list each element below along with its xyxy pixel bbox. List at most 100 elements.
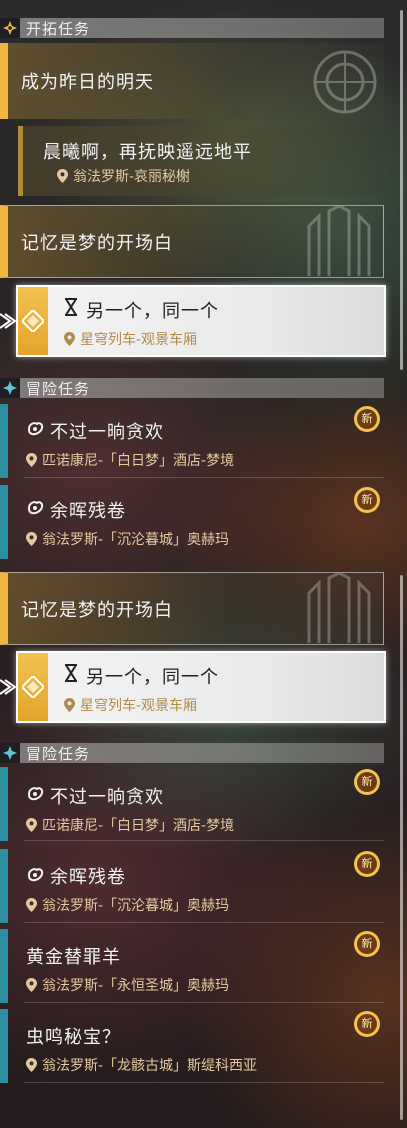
quest-bar	[0, 929, 8, 1003]
new-badge: 新	[350, 404, 384, 434]
badge-text: 新	[361, 493, 373, 506]
quest-location: 翁法罗斯-「沉沦暮城」奥赫玛	[26, 529, 229, 549]
location-text: 星穹列车-观景车厢	[80, 332, 198, 348]
quest-bar	[0, 767, 8, 841]
quest-type-icon	[26, 499, 44, 521]
adventure-quest-item[interactable]: 不过一晌贪欢 匹诺康尼-「白日梦」酒店-梦境 新	[0, 767, 384, 841]
emblem-icon	[313, 50, 377, 114]
active-quest-card-2[interactable]: 另一个，同一个 星穹列车-观景车厢	[16, 651, 386, 723]
location-pin-icon	[26, 532, 37, 546]
new-badge: 新	[350, 1009, 384, 1039]
quest-type-icon	[26, 785, 44, 807]
scrollbar-top[interactable]	[400, 10, 403, 370]
section-title: 冒险任务	[26, 379, 91, 398]
new-badge: 新	[350, 767, 384, 797]
section-header-trailblaze: 开拓任务	[0, 18, 384, 38]
divider	[24, 1082, 384, 1083]
section-title: 冒险任务	[26, 744, 91, 763]
adventure-quest-item[interactable]: 虫鸣秘宝？ 翁法罗斯-「龙骸古城」斯缇科西亚 新	[0, 1009, 384, 1083]
hourglass-icon	[64, 298, 78, 320]
quest-title: 成为昨日的明天	[21, 72, 154, 93]
quest-location: 翁法罗斯-「永恒圣城」奥赫玛	[26, 975, 229, 995]
quest-title: 余晖残卷	[50, 867, 126, 888]
subquest-location: 翁法罗斯-哀丽秘榭	[57, 166, 190, 186]
quest-location: 翁法罗斯-「龙骸古城」斯缇科西亚	[26, 1055, 257, 1075]
quest-title: 不过一晌贪欢	[50, 787, 164, 808]
quest-location: 匹诺康尼-「白日梦」酒店-梦境	[26, 450, 234, 470]
adventure-icon	[0, 378, 20, 398]
quest-card-memory-2[interactable]: 记忆是梦的开场白	[0, 572, 384, 645]
quest-title: 余晖残卷	[50, 501, 126, 522]
location-pin-icon	[64, 332, 75, 346]
badge-text: 新	[361, 1017, 373, 1030]
divider	[24, 1002, 384, 1003]
location-pin-icon	[26, 1058, 37, 1072]
divider	[24, 840, 384, 841]
new-badge: 新	[350, 485, 384, 515]
active-quest-location: 星穹列车-观景车厢	[64, 329, 197, 349]
quest-card-main[interactable]: 成为昨日的明天	[0, 43, 384, 119]
quest-title: 虫鸣秘宝？	[26, 1027, 121, 1048]
adventure-quest-item[interactable]: 不过一晌贪欢 匹诺康尼-「白日梦」酒店-梦境 新	[0, 404, 384, 478]
active-quest-title: 另一个，同一个	[86, 667, 219, 688]
quest-subcard[interactable]: 晨曦啊，再抚映遥远地平 翁法罗斯-哀丽秘榭	[18, 126, 384, 196]
quest-title: 记忆是梦的开场白	[21, 233, 173, 254]
quest-location: 翁法罗斯-「沉沦暮城」奥赫玛	[26, 895, 229, 915]
location-text: 翁法罗斯-「龙骸古城」斯缇科西亚	[42, 1058, 258, 1074]
quest-title: 黄金替罪羊	[26, 947, 121, 968]
diamond-icon	[22, 676, 44, 698]
section-title: 开拓任务	[26, 19, 91, 38]
adventure-quest-item[interactable]: 余晖残卷 翁法罗斯-「沉沦暮城」奥赫玛 新	[0, 485, 384, 559]
quest-title: 记忆是梦的开场白	[21, 600, 173, 621]
badge-text: 新	[361, 412, 373, 425]
location-pin-icon	[26, 818, 37, 832]
active-quest-location: 星穹列车-观景车厢	[64, 695, 197, 715]
new-badge: 新	[350, 929, 384, 959]
location-text: 匹诺康尼-「白日梦」酒店-梦境	[42, 453, 235, 469]
active-strip	[18, 653, 48, 721]
badge-text: 新	[361, 937, 373, 950]
active-strip	[18, 287, 48, 355]
badge-text: 新	[361, 857, 373, 870]
emblem-icon	[307, 573, 371, 643]
divider	[24, 477, 384, 478]
section-header-adventure: 冒险任务	[0, 378, 384, 398]
location-pin-icon	[26, 453, 37, 467]
subquest-title: 晨曦啊，再抚映遥远地平	[43, 142, 252, 163]
active-quest-card[interactable]: 另一个，同一个 星穹列车-观景车厢	[16, 285, 386, 357]
quest-title: 不过一晌贪欢	[50, 422, 164, 443]
location-text: 星穹列车-观景车厢	[80, 698, 198, 714]
quest-bar	[0, 1009, 8, 1083]
location-text: 翁法罗斯-「永恒圣城」奥赫玛	[42, 978, 230, 994]
trailblaze-icon	[0, 18, 20, 38]
divider	[24, 922, 384, 923]
quest-bar	[0, 485, 8, 559]
selected-arrow-icon	[0, 313, 16, 329]
adventure-quest-item[interactable]: 黄金替罪羊 翁法罗斯-「永恒圣城」奥赫玛 新	[0, 929, 384, 1003]
adventure-icon	[0, 743, 20, 763]
quest-card-memory[interactable]: 记忆是梦的开场白	[0, 205, 384, 278]
location-text: 翁法罗斯-哀丽秘榭	[73, 169, 191, 185]
quest-type-icon	[26, 420, 44, 442]
quest-type-icon	[26, 866, 44, 888]
location-text: 翁法罗斯-「沉沦暮城」奥赫玛	[42, 898, 230, 914]
location-pin-icon	[26, 898, 37, 912]
adventure-quest-item[interactable]: 余晖残卷 翁法罗斯-「沉沦暮城」奥赫玛 新	[0, 849, 384, 923]
section-header-adventure-2: 冒险任务	[0, 743, 384, 763]
emblem-icon	[307, 206, 371, 276]
selected-arrow-icon	[0, 679, 16, 695]
new-badge: 新	[350, 849, 384, 879]
active-quest-title: 另一个，同一个	[86, 301, 219, 322]
location-text: 翁法罗斯-「沉沦暮城」奥赫玛	[42, 532, 230, 548]
hourglass-icon	[64, 664, 78, 686]
location-pin-icon	[26, 978, 37, 992]
quest-bar	[0, 404, 8, 478]
diamond-icon	[22, 310, 44, 332]
quest-bar	[0, 849, 8, 923]
badge-text: 新	[361, 775, 373, 788]
location-pin-icon	[64, 698, 75, 712]
location-pin-icon	[57, 169, 68, 183]
scrollbar-bottom[interactable]	[400, 575, 403, 1120]
quest-location: 匹诺康尼-「白日梦」酒店-梦境	[26, 815, 234, 835]
location-text: 匹诺康尼-「白日梦」酒店-梦境	[42, 818, 235, 834]
